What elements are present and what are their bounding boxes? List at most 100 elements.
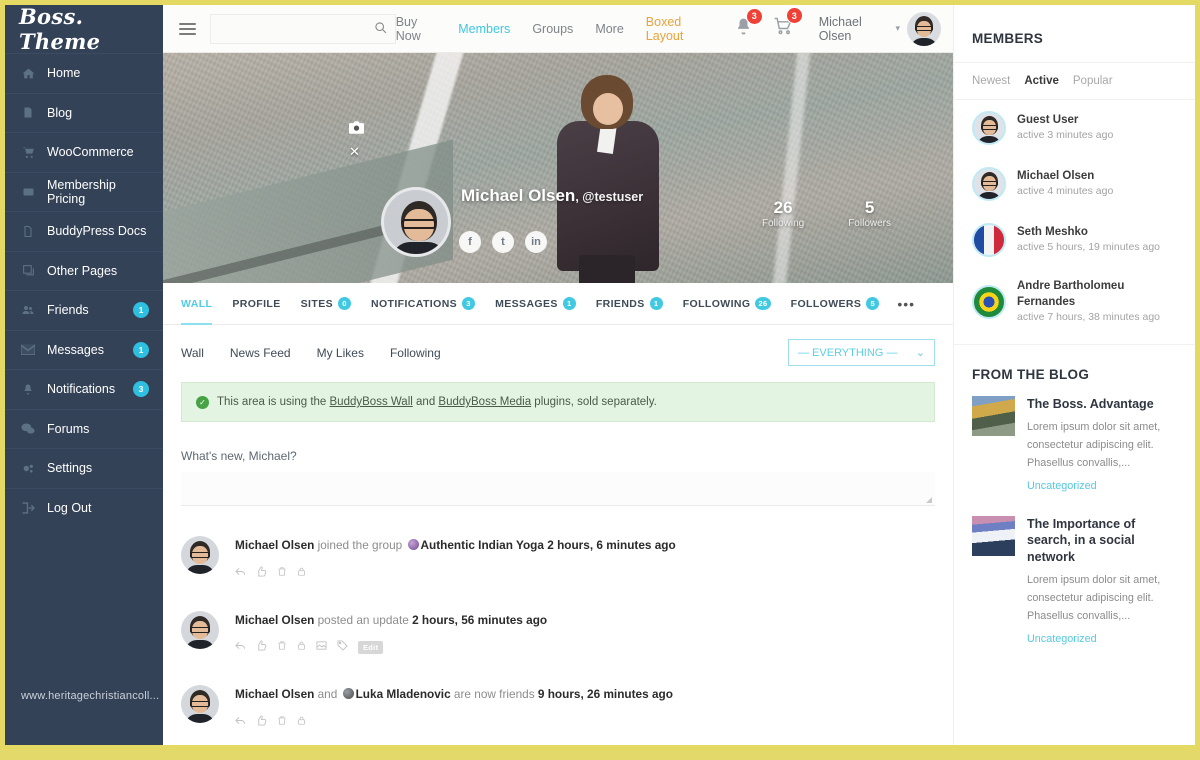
tag-icon[interactable]	[337, 640, 348, 654]
user-menu[interactable]: Michael Olsen ▾	[819, 12, 941, 46]
facebook-icon[interactable]: f	[459, 231, 481, 253]
avatar[interactable]	[181, 611, 219, 649]
members-filter-popular[interactable]: Popular	[1073, 75, 1113, 87]
member-list-item[interactable]: Michael Olsenactive 4 minutes ago	[954, 156, 1195, 212]
subnav-wall[interactable]: Wall	[181, 346, 204, 360]
tab-messages[interactable]: MESSAGES1	[485, 283, 586, 324]
subnav-my-likes[interactable]: My Likes	[317, 346, 364, 360]
tab-wall[interactable]: WALL	[181, 283, 222, 324]
linkedin-icon[interactable]: in	[525, 231, 547, 253]
avatar[interactable]	[972, 285, 1006, 319]
search-input[interactable]	[219, 22, 374, 36]
cart-icon[interactable]: 3	[773, 16, 793, 41]
subnav-following[interactable]: Following	[390, 346, 441, 360]
notifications-bell-icon[interactable]: 3	[734, 17, 753, 41]
buddyboss-wall-link[interactable]: BuddyBoss Wall	[330, 396, 413, 408]
reply-icon[interactable]	[235, 715, 246, 729]
topnav-boxed-layout[interactable]: Boxed Layout	[646, 15, 708, 43]
lock-icon[interactable]	[297, 715, 306, 729]
member-name[interactable]: Seth Meshko	[1017, 225, 1160, 241]
topnav-groups[interactable]: Groups	[532, 22, 573, 36]
profile-avatar[interactable]	[381, 187, 451, 257]
sidebar-item-settings[interactable]: Settings	[5, 448, 163, 488]
sidebar-item-other-pages[interactable]: Other Pages	[5, 251, 163, 291]
search-icon[interactable]	[374, 21, 387, 37]
tab-friends[interactable]: FRIENDS1	[586, 283, 673, 324]
lock-icon[interactable]	[297, 640, 306, 654]
like-icon[interactable]	[256, 640, 267, 654]
sidebar-item-messages[interactable]: Messages1	[5, 330, 163, 370]
stat-followers[interactable]: 5Followers	[848, 198, 891, 229]
blog-post-thumbnail[interactable]	[972, 516, 1015, 556]
activity-composer: What's new, Michael?	[181, 449, 935, 506]
delete-icon[interactable]	[277, 640, 287, 654]
tab-profile[interactable]: PROFILE	[222, 283, 290, 324]
reply-icon[interactable]	[235, 566, 246, 580]
member-name[interactable]: Guest User	[1017, 113, 1113, 129]
tab-notifications[interactable]: NOTIFICATIONS3	[361, 283, 485, 324]
composer-textarea[interactable]	[181, 472, 935, 506]
avatar[interactable]	[972, 223, 1006, 257]
member-name[interactable]: Andre Bartholomeu Fernandes	[1017, 279, 1177, 310]
member-list-item[interactable]: Seth Meshkoactive 5 hours, 19 minutes ag…	[954, 212, 1195, 268]
sidebar-item-buddypress-docs[interactable]: BuddyPress Docs	[5, 211, 163, 251]
notice-text: This area is using the BuddyBoss Wall an…	[217, 396, 657, 408]
member-list-item[interactable]: Andre Bartholomeu Fernandesactive 7 hour…	[954, 268, 1195, 336]
reply-icon[interactable]	[235, 640, 246, 654]
tabs-overflow-icon[interactable]: •••	[889, 296, 923, 312]
twitter-icon[interactable]: t	[492, 231, 514, 253]
topnav-members[interactable]: Members	[458, 22, 510, 36]
buddyboss-media-link[interactable]: BuddyBoss Media	[438, 396, 531, 408]
member-name[interactable]: Michael Olsen	[1017, 169, 1113, 185]
like-icon[interactable]	[256, 715, 267, 729]
tab-following[interactable]: FOLLOWING26	[673, 283, 781, 324]
blog-post-title[interactable]: The Boss. Advantage	[1027, 396, 1177, 413]
remove-cover-close-icon[interactable]: ✕	[349, 144, 360, 160]
blog-post-category[interactable]: Uncategorized	[1027, 633, 1097, 645]
members-filter-active[interactable]: Active	[1024, 75, 1059, 87]
topnav-more[interactable]: More	[595, 22, 623, 36]
blog-post-title[interactable]: The Importance of search, in a social ne…	[1027, 516, 1177, 566]
stat-following[interactable]: 26Following	[762, 198, 804, 229]
feed-author[interactable]: Michael Olsen	[235, 613, 314, 627]
sidebar-item-blog[interactable]: Blog	[5, 93, 163, 133]
check-icon: ✓	[196, 396, 209, 409]
change-cover-camera-icon[interactable]	[349, 121, 364, 137]
avatar[interactable]	[972, 111, 1006, 145]
like-icon[interactable]	[256, 566, 267, 580]
subnav-news-feed[interactable]: News Feed	[230, 346, 291, 360]
member-list-item[interactable]: Guest Useractive 3 minutes ago	[954, 100, 1195, 156]
feed-group-name[interactable]: Authentic Indian Yoga	[421, 538, 544, 552]
lock-icon[interactable]	[297, 566, 306, 580]
feed-author[interactable]: Michael Olsen	[235, 687, 314, 701]
blog-post-thumbnail[interactable]	[972, 396, 1015, 436]
avatar[interactable]	[181, 685, 219, 723]
edit-button[interactable]: Edit	[358, 641, 383, 654]
delete-icon[interactable]	[277, 715, 287, 729]
sidebar-item-home[interactable]: Home	[5, 53, 163, 93]
avatar[interactable]	[181, 536, 219, 574]
delete-icon[interactable]	[277, 566, 287, 580]
members-filter-newest[interactable]: Newest	[972, 75, 1010, 87]
sidebar-item-forums[interactable]: Forums	[5, 409, 163, 449]
menu-toggle-icon[interactable]	[175, 19, 200, 39]
feed-author[interactable]: Michael Olsen	[235, 538, 314, 552]
brand-logo[interactable]: Boss. Theme	[5, 5, 163, 53]
sidebar-item-friends[interactable]: Friends1	[5, 290, 163, 330]
sidebar-item-membership-pricing[interactable]: Membership Pricing	[5, 172, 163, 212]
avatar[interactable]	[907, 12, 941, 46]
feed-item: Michael Olsen joined the group Authentic…	[181, 536, 935, 580]
sidebar-item-woocommerce[interactable]: WooCommerce	[5, 132, 163, 172]
feed-group-name[interactable]: Luka Mladenovic	[356, 687, 451, 701]
top-icons: 3 3	[734, 16, 793, 41]
topnav-buy-now[interactable]: Buy Now	[396, 15, 437, 43]
search-box[interactable]	[210, 14, 396, 44]
sidebar-item-notifications[interactable]: Notifications3	[5, 369, 163, 409]
avatar[interactable]	[972, 167, 1006, 201]
sidebar-item-log-out[interactable]: Log Out	[5, 488, 163, 528]
tab-sites[interactable]: SITES0	[291, 283, 361, 324]
blog-post-category[interactable]: Uncategorized	[1027, 480, 1097, 492]
tab-followers[interactable]: FOLLOWERS5	[781, 283, 890, 324]
image-icon[interactable]	[316, 640, 327, 654]
activity-filter-select[interactable]: — EVERYTHING — ⌄	[788, 339, 935, 366]
